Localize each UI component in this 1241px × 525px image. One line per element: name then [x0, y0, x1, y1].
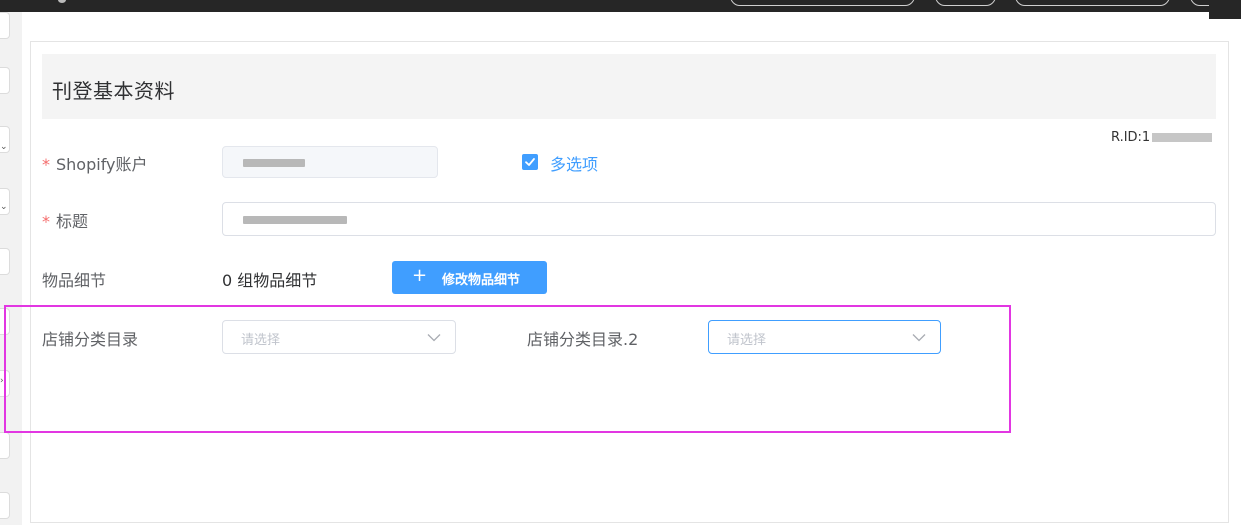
item-details-label: 物品细节: [42, 271, 107, 290]
redacted-id: [1152, 133, 1213, 142]
side-input-stub[interactable]: [0, 12, 10, 39]
multi-option-label[interactable]: 多选项: [550, 151, 598, 175]
topbar-pill-button[interactable]: [730, 0, 915, 6]
chevron-down-icon: [427, 334, 441, 342]
side-input-stub[interactable]: [0, 432, 10, 459]
title-label: * 标题: [42, 208, 88, 232]
shop-category-2-select[interactable]: 请选择: [708, 320, 941, 354]
record-id: R.ID:1: [1111, 130, 1213, 145]
plus-icon: +: [412, 265, 428, 286]
edit-item-details-button-label: 修改物品细节: [442, 273, 521, 288]
shopify-account-field[interactable]: [222, 146, 438, 178]
side-input-stub[interactable]: [0, 248, 10, 275]
redacted-value: [243, 159, 305, 167]
side-input-stub[interactable]: [0, 492, 10, 519]
section-header: [42, 54, 1216, 119]
top-navigation-bar: [0, 0, 1241, 19]
shop-category-2-label: 店铺分类目录.2: [527, 330, 639, 349]
shop-category-label: 店铺分类目录: [42, 330, 139, 349]
chevron-down-icon: [912, 334, 926, 342]
section-title: 刊登基本资料: [52, 79, 175, 103]
redacted-value: [243, 216, 347, 224]
shopify-account-label-text: Shopify账户: [56, 155, 148, 174]
record-id-label: R.ID:1: [1111, 130, 1151, 145]
topbar-pill-button[interactable]: [935, 0, 996, 6]
shop-category-select[interactable]: 请选择: [222, 320, 456, 354]
edit-item-details-button[interactable]: + 修改物品细节: [392, 261, 547, 294]
required-mark: *: [42, 155, 50, 174]
title-input[interactable]: [222, 202, 1216, 236]
shopify-account-label: * Shopify账户: [42, 151, 148, 175]
multi-option-checkbox[interactable]: [522, 154, 538, 170]
chevron-down-icon: ⌄: [0, 202, 8, 212]
left-side-panel: ⌄ ⌄ ›: [0, 12, 22, 525]
required-mark: *: [42, 212, 50, 231]
title-label-text: 标题: [56, 212, 89, 231]
shop-category-placeholder: 请选择: [241, 333, 281, 348]
side-input-stub[interactable]: [0, 67, 10, 94]
topbar-edge: [1209, 0, 1241, 19]
shop-category-2-placeholder: 请选择: [727, 333, 767, 348]
topbar-pill-button[interactable]: [1015, 0, 1170, 6]
item-details-count: 0 组物品细节: [222, 271, 318, 290]
chevron-right-icon: ›: [0, 376, 4, 386]
side-input-stub[interactable]: [0, 308, 10, 335]
chevron-down-icon: ⌄: [0, 142, 8, 152]
logo-icon: [58, 0, 66, 3]
